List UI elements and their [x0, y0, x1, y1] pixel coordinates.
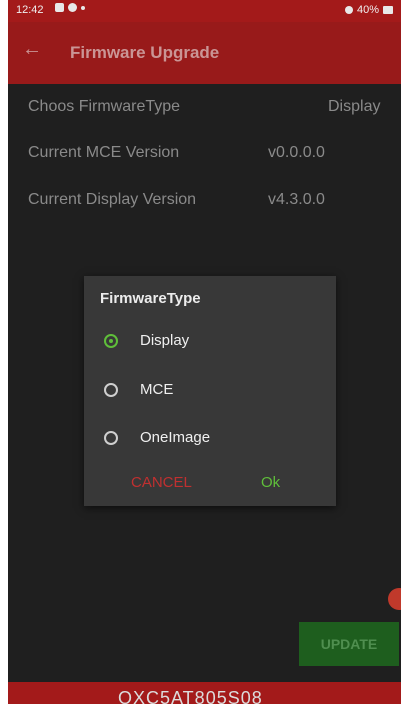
app-notification-icon [68, 3, 77, 12]
phone-screen: 12:42 40% ← Firmware Upgrade Choos Firmw… [8, 0, 401, 704]
display-version-value: v4.3.0.0 [268, 191, 325, 208]
option-mce[interactable]: MCE [104, 381, 173, 398]
dot-icon [81, 5, 85, 10]
option-label: OneImage [140, 429, 211, 446]
back-arrow-icon[interactable]: ← [22, 38, 42, 61]
status-right: 40% [344, 4, 393, 16]
ok-button[interactable]: Ok [261, 474, 280, 491]
page-title: Firmware Upgrade [70, 43, 220, 62]
notification-icons [55, 3, 85, 12]
firmware-type-label: Choos FirmwareType [28, 98, 181, 115]
option-label: MCE [140, 381, 174, 398]
firmware-type-dialog: FirmwareType Display MCE OneImage CANCEL… [84, 276, 336, 506]
battery-percent: 40% [356, 4, 379, 16]
option-display[interactable]: Display [104, 332, 189, 349]
status-bar: 12:42 40% [8, 0, 401, 22]
option-oneimage[interactable]: OneImage [104, 429, 210, 446]
update-button[interactable]: UPDATE [299, 622, 399, 666]
floating-action-icon[interactable] [388, 588, 401, 610]
option-label: Display [140, 332, 190, 349]
device-serial: OXC5AT805S08 [118, 688, 263, 704]
mce-version-label: Current MCE Version [28, 144, 180, 161]
signal-icon [344, 6, 353, 14]
display-version-label: Current Display Version [28, 191, 197, 208]
bottom-bar: OXC5AT805S08 [8, 682, 401, 704]
app-bar: ← Firmware Upgrade [8, 22, 401, 84]
message-icon [55, 3, 64, 12]
mce-version-value: v0.0.0.0 [268, 144, 325, 161]
battery-icon [383, 6, 393, 14]
radio-unselected-icon[interactable] [104, 430, 118, 445]
firmware-type-value[interactable]: Display [328, 98, 380, 116]
radio-unselected-icon[interactable] [104, 382, 118, 397]
cancel-button[interactable]: CANCEL [131, 474, 192, 491]
radio-selected-icon[interactable] [104, 333, 118, 348]
status-time: 12:42 [16, 4, 44, 16]
dialog-title: FirmwareType [100, 290, 201, 307]
